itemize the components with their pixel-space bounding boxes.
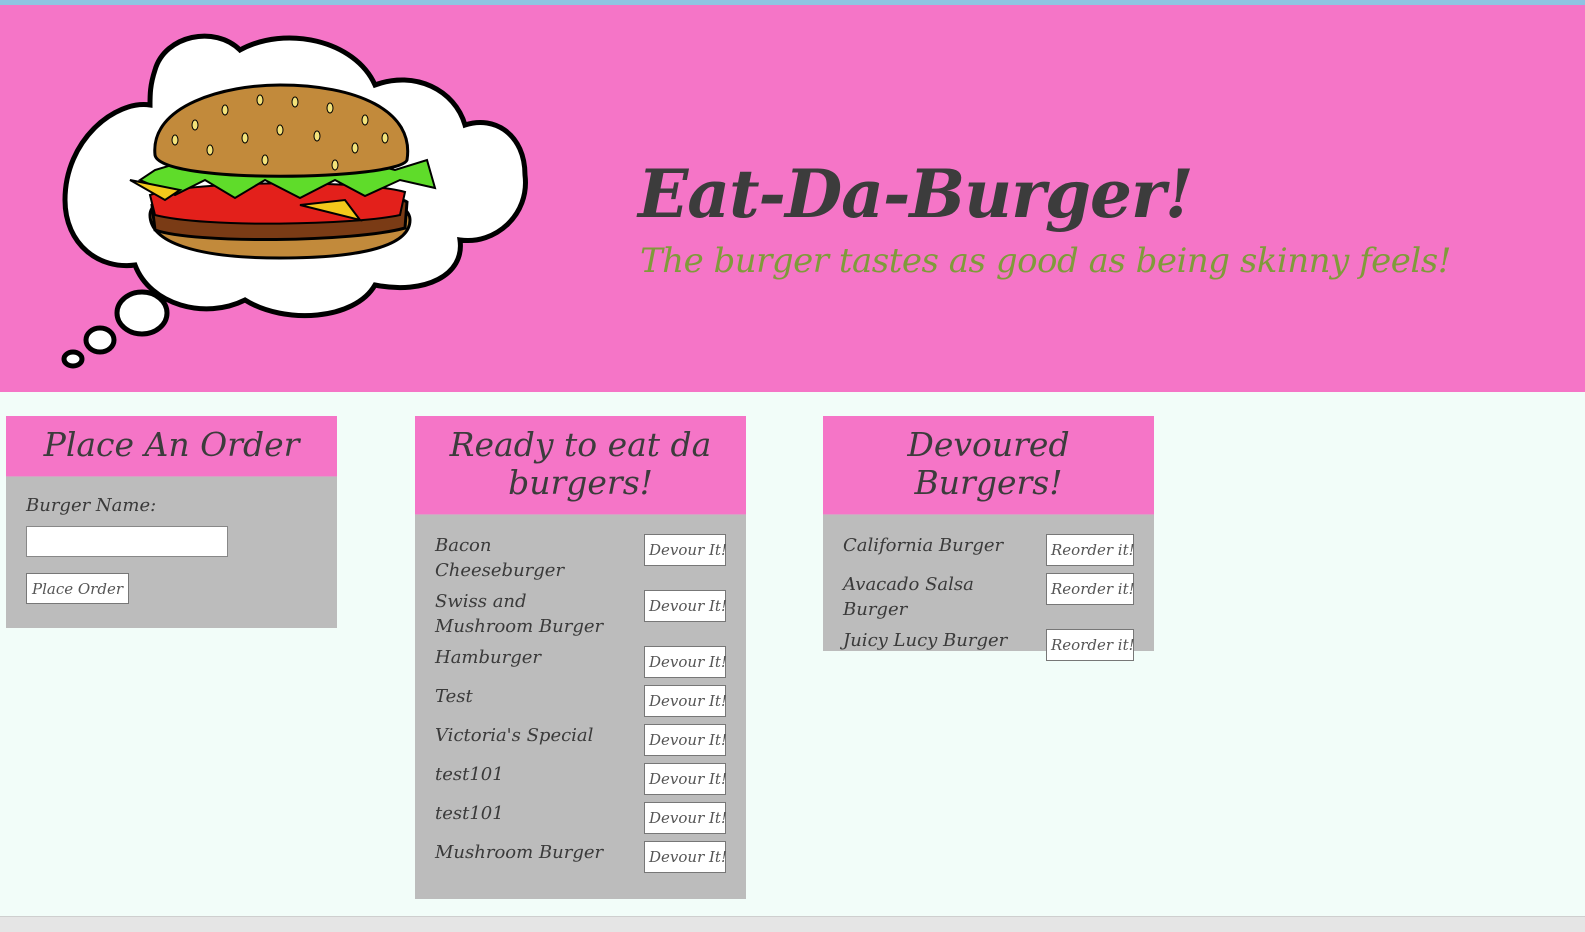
list-item: California Burger Reorder it! [843,533,1135,570]
burger-thought-bubble-icon [61,33,528,369]
list-item: Hamburger Devour It! [435,645,727,682]
devour-button[interactable]: Devour It! [644,685,727,717]
burger-name: Juicy Lucy Burger [843,630,1008,651]
list-item: Avacado Salsa Burger Reorder it! [843,572,1135,627]
devour-button[interactable]: Devour It! [644,763,727,795]
burger-name-label: Burger Name: [26,495,157,516]
horizontal-scrollbar[interactable] [0,916,1585,932]
devour-button[interactable]: Devour It! [644,841,727,873]
burger-name: Bacon Cheeseburger [435,535,565,581]
burger-name: Swiss and Mushroom Burger [435,591,604,637]
devoured-burger-list: California Burger Reorder it! Avacado Sa… [823,515,1154,687]
burger-name: Hamburger [435,647,541,668]
devour-button[interactable]: Devour It! [644,590,727,622]
devour-button[interactable]: Devour It! [644,534,727,566]
burger-name-input[interactable] [26,526,228,557]
devour-button[interactable]: Devour It! [644,802,727,834]
reorder-button[interactable]: Reorder it! [1046,534,1135,566]
ready-panel: Ready to eat da burgers! Bacon Cheesebur… [415,416,746,899]
order-panel: Place An Order Burger Name: Place Order [6,416,337,628]
page-title: Eat-Da-Burger! [638,155,1194,233]
burger-name: test101 [435,803,504,824]
order-panel-heading: Place An Order [6,416,337,477]
burger-name: test101 [435,764,504,785]
burger-name: California Burger [843,535,1004,556]
devoured-panel: Devoured Burgers! California Burger Reor… [823,416,1154,661]
reorder-button[interactable]: Reorder it! [1046,629,1135,661]
list-item: Mushroom Burger Devour It! [435,840,727,877]
place-order-button[interactable]: Place Order [26,573,129,604]
list-item: Juicy Lucy Burger Reorder it! [843,628,1135,665]
list-item: Victoria's Special Devour It! [435,723,727,760]
list-item: Test Devour It! [435,684,727,721]
ready-burger-list: Bacon Cheeseburger Devour It! Swiss and … [415,515,746,899]
devour-button[interactable]: Devour It! [644,724,727,756]
ready-panel-heading: Ready to eat da burgers! [415,416,746,515]
devour-button[interactable]: Devour It! [644,646,727,678]
reorder-button[interactable]: Reorder it! [1046,573,1135,605]
list-item: Swiss and Mushroom Burger Devour It! [435,589,727,644]
burger-name: Avacado Salsa Burger [843,574,974,620]
site-header: Eat-Da-Burger! The burger tastes as good… [0,5,1585,392]
page-subtitle: The burger tastes as good as being skinn… [640,241,1451,281]
list-item: test101 Devour It! [435,762,727,799]
burger-name: Test [435,686,473,707]
burger-name: Victoria's Special [435,725,594,746]
list-item: Bacon Cheeseburger Devour It! [435,533,727,588]
burger-name: Mushroom Burger [435,842,604,863]
devoured-panel-heading: Devoured Burgers! [823,416,1154,515]
list-item: test101 Devour It! [435,801,727,838]
